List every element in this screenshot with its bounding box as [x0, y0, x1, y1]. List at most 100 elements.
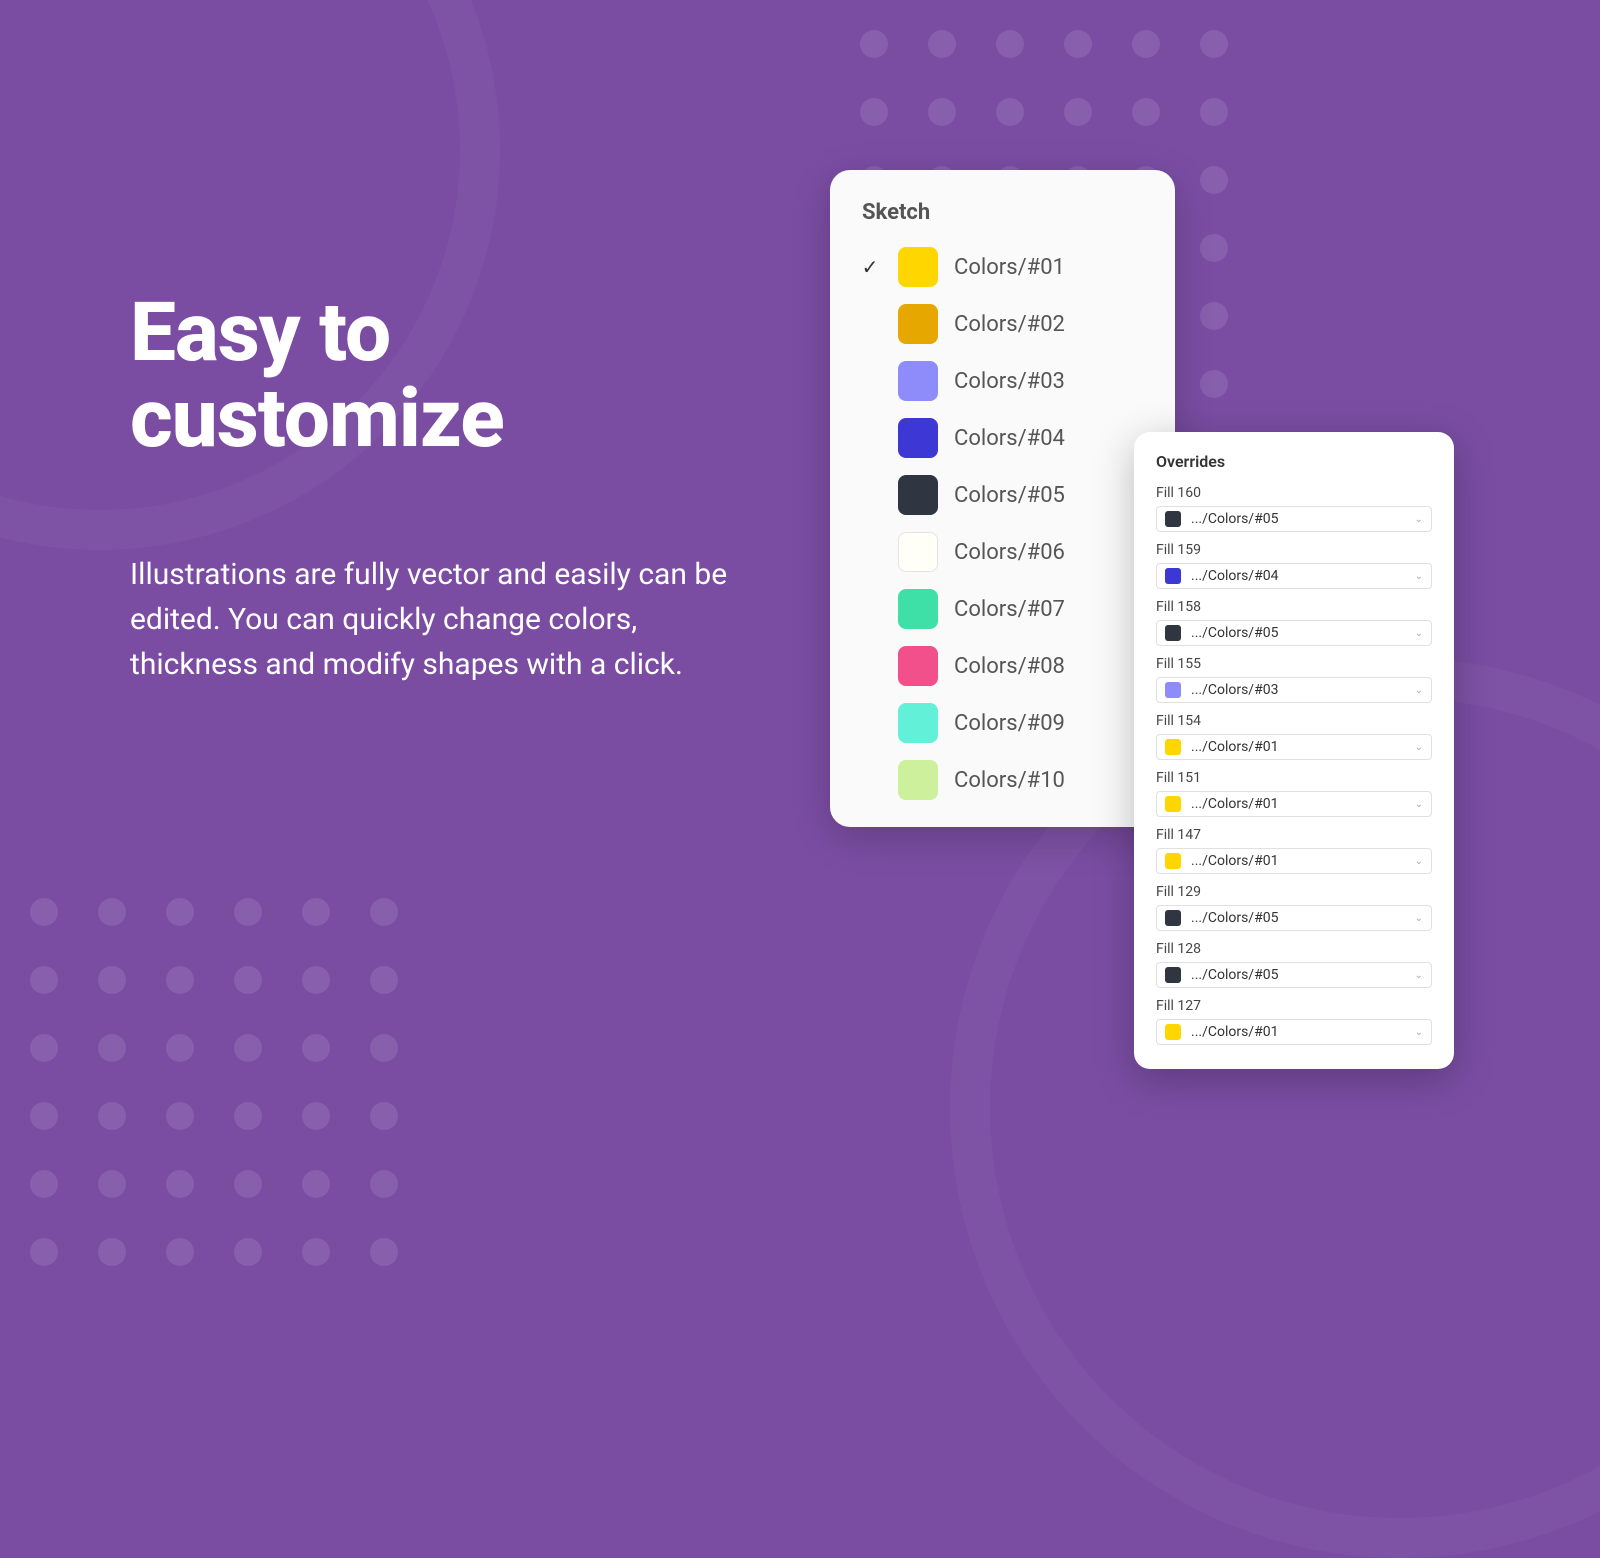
dropdown-swatch [1165, 967, 1181, 983]
decorative-dot [166, 966, 194, 994]
decorative-dot [996, 98, 1024, 126]
decorative-dot [370, 1102, 398, 1130]
color-list-item[interactable]: Colors/#04 [858, 418, 1147, 458]
override-item: Fill 159 .../Colors/#04⌄ [1156, 542, 1432, 589]
color-list-item[interactable]: ✓Colors/#01 [858, 247, 1147, 287]
dropdown-swatch [1165, 625, 1181, 641]
decorative-dot [166, 1034, 194, 1062]
decorative-dot [860, 98, 888, 126]
dropdown-swatch [1165, 568, 1181, 584]
color-label: Colors/#05 [954, 483, 1065, 508]
color-swatch [898, 646, 938, 686]
dropdown-swatch [1165, 739, 1181, 755]
decorative-dot [302, 966, 330, 994]
decorative-dot [166, 1170, 194, 1198]
decorative-dot [234, 1102, 262, 1130]
color-list-item[interactable]: Colors/#06 [858, 532, 1147, 572]
decorative-dot [1132, 30, 1160, 58]
color-label: Colors/#08 [954, 654, 1065, 679]
color-dropdown[interactable]: .../Colors/#01⌄ [1156, 734, 1432, 760]
hero-text: Easy to customize Illustrations are full… [130, 290, 750, 687]
color-list-item[interactable]: Colors/#03 [858, 361, 1147, 401]
color-label: Colors/#06 [954, 540, 1065, 565]
color-swatch [898, 418, 938, 458]
decorative-dot [1200, 166, 1228, 194]
fill-label: Fill 128 [1156, 941, 1432, 957]
dropdown-value: .../Colors/#05 [1191, 910, 1415, 926]
decorative-dot [370, 966, 398, 994]
decorative-dot [1064, 30, 1092, 58]
decorative-dot [302, 1034, 330, 1062]
decorative-dot [1200, 234, 1228, 262]
color-dropdown[interactable]: .../Colors/#05⌄ [1156, 506, 1432, 532]
decorative-dots-bottom [30, 898, 400, 1268]
color-dropdown[interactable]: .../Colors/#04⌄ [1156, 563, 1432, 589]
color-dropdown[interactable]: .../Colors/#01⌄ [1156, 848, 1432, 874]
fill-label: Fill 147 [1156, 827, 1432, 843]
color-dropdown[interactable]: .../Colors/#01⌄ [1156, 1019, 1432, 1045]
color-label: Colors/#03 [954, 369, 1065, 394]
color-swatch [898, 532, 938, 572]
color-dropdown[interactable]: .../Colors/#01⌄ [1156, 791, 1432, 817]
decorative-dot [370, 898, 398, 926]
color-dropdown[interactable]: .../Colors/#05⌄ [1156, 905, 1432, 931]
color-dropdown[interactable]: .../Colors/#03⌄ [1156, 677, 1432, 703]
decorative-dot [996, 30, 1024, 58]
sketch-panel-title: Sketch [858, 200, 1147, 225]
chevron-down-icon: ⌄ [1415, 970, 1423, 981]
override-item: Fill 147 .../Colors/#01⌄ [1156, 827, 1432, 874]
decorative-dot [30, 1034, 58, 1062]
dropdown-value: .../Colors/#01 [1191, 796, 1415, 812]
decorative-dot [1132, 98, 1160, 126]
decorative-dot [1200, 98, 1228, 126]
override-item: Fill 160 .../Colors/#05⌄ [1156, 485, 1432, 532]
fill-label: Fill 129 [1156, 884, 1432, 900]
decorative-dot [98, 1102, 126, 1130]
decorative-dot [1064, 98, 1092, 126]
decorative-dot [30, 898, 58, 926]
fill-label: Fill 159 [1156, 542, 1432, 558]
color-list-item[interactable]: Colors/#08 [858, 646, 1147, 686]
decorative-dot [1200, 302, 1228, 330]
chevron-down-icon: ⌄ [1415, 1027, 1423, 1038]
decorative-dot [860, 30, 888, 58]
dropdown-swatch [1165, 682, 1181, 698]
dropdown-value: .../Colors/#01 [1191, 739, 1415, 755]
decorative-dot [30, 1102, 58, 1130]
decorative-dot [30, 1170, 58, 1198]
dropdown-value: .../Colors/#05 [1191, 625, 1415, 641]
decorative-dot [98, 1034, 126, 1062]
override-item: Fill 151 .../Colors/#01⌄ [1156, 770, 1432, 817]
color-list-item[interactable]: Colors/#09 [858, 703, 1147, 743]
dropdown-swatch [1165, 910, 1181, 926]
chevron-down-icon: ⌄ [1415, 742, 1423, 753]
decorative-dot [302, 1238, 330, 1266]
color-list-item[interactable]: Colors/#05 [858, 475, 1147, 515]
page-description: Illustrations are fully vector and easil… [130, 552, 750, 687]
color-dropdown[interactable]: .../Colors/#05⌄ [1156, 962, 1432, 988]
fill-label: Fill 151 [1156, 770, 1432, 786]
fill-label: Fill 158 [1156, 599, 1432, 615]
fill-label: Fill 160 [1156, 485, 1432, 501]
color-label: Colors/#02 [954, 312, 1065, 337]
decorative-dot [302, 1170, 330, 1198]
decorative-dot [98, 1238, 126, 1266]
decorative-dot [166, 1238, 194, 1266]
decorative-dot [98, 898, 126, 926]
sketch-panel: Sketch ✓Colors/#01 Colors/#02 Colors/#03 Co… [830, 170, 1175, 827]
override-item: Fill 129 .../Colors/#05⌄ [1156, 884, 1432, 931]
color-list-item[interactable]: Colors/#10 [858, 760, 1147, 800]
decorative-dot [234, 1238, 262, 1266]
color-dropdown[interactable]: .../Colors/#05⌄ [1156, 620, 1432, 646]
chevron-down-icon: ⌄ [1415, 628, 1423, 639]
decorative-dot [928, 98, 956, 126]
overrides-panel: Overrides Fill 160.../Colors/#05⌄Fill 15… [1134, 432, 1454, 1069]
decorative-dot [234, 966, 262, 994]
color-list-item[interactable]: Colors/#02 [858, 304, 1147, 344]
dropdown-value: .../Colors/#05 [1191, 967, 1415, 983]
decorative-dot [30, 1238, 58, 1266]
dropdown-value: .../Colors/#01 [1191, 853, 1415, 869]
dropdown-swatch [1165, 1024, 1181, 1040]
decorative-dot [234, 1170, 262, 1198]
color-list-item[interactable]: Colors/#07 [858, 589, 1147, 629]
